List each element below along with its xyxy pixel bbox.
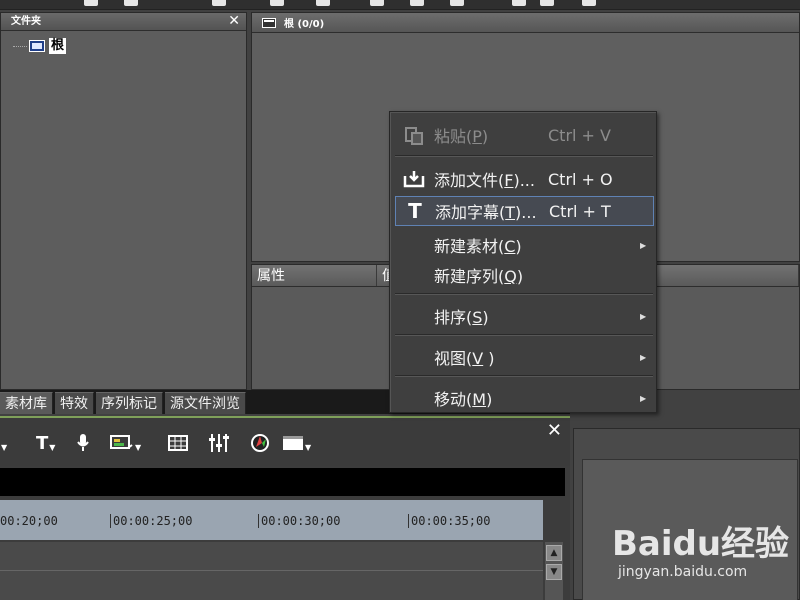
menu-separator [395, 334, 653, 336]
submenu-arrow-icon: ▶ [640, 311, 647, 321]
menu-item-paste[interactable]: 粘贴(P) Ctrl + V [390, 120, 658, 150]
menu-item-label: 移动(M) [434, 390, 493, 409]
grid-icon[interactable] [168, 432, 188, 454]
tab-effects[interactable]: 特效 [55, 392, 94, 414]
timecode-label: 00:00:30;00 [258, 514, 340, 528]
menu-item-view[interactable]: 视图(V ) ▶ [390, 342, 658, 372]
timeline-ruler[interactable]: 00:20;00 00:00:25;00 00:00:30;00 00:00:3… [0, 500, 543, 540]
tree-item-root[interactable]: 根 [13, 37, 67, 55]
folder-panel: 文件夹 ✕ 根 [0, 12, 247, 390]
menu-separator [395, 155, 653, 157]
submenu-arrow-icon: ▶ [640, 393, 647, 403]
toolbar-icon[interactable] [450, 0, 464, 6]
menu-item-shortcut: Ctrl + O [548, 169, 613, 189]
microphone-icon[interactable] [76, 432, 90, 454]
submenu-arrow-icon: ▶ [640, 352, 647, 362]
timeline-header-bar [0, 468, 565, 496]
tab-bin[interactable]: 素材库 [0, 392, 53, 414]
menu-item-label: 添加字幕(T)... [435, 203, 537, 222]
scroll-up-button[interactable]: ▲ [546, 545, 562, 561]
baidu-watermark: Baidu经验 jingyan.baidu.com [612, 516, 792, 586]
title-tool-icon[interactable]: T ▼ [36, 432, 55, 454]
menu-separator [395, 375, 653, 377]
audio-mixer-icon[interactable]: ▼ [110, 432, 141, 454]
title-text-icon: T [408, 199, 422, 223]
tab-source-browser[interactable]: 源文件浏览 [165, 392, 246, 414]
timecode-label: 00:00:25;00 [110, 514, 192, 528]
scroll-down-button[interactable]: ▼ [546, 564, 562, 580]
folder-icon [29, 40, 45, 52]
toolbar-icon[interactable] [370, 0, 384, 6]
menu-item-label: 粘贴(P) [434, 127, 489, 146]
toolbar-icon[interactable] [124, 0, 138, 6]
track-divider [0, 570, 543, 571]
submenu-arrow-icon: ▶ [640, 240, 647, 250]
menu-item-add-title[interactable]: T 添加字幕(T)... Ctrl + T [395, 196, 654, 226]
toolbar-icon[interactable] [212, 0, 226, 6]
menu-item-label: 排序(S) [434, 308, 489, 327]
bin-panel-header: 根 (0/0) [252, 13, 799, 33]
toolbar-icon[interactable] [270, 0, 284, 6]
toolbar-icon[interactable] [512, 0, 526, 6]
menu-item-move[interactable]: 移动(M) ▶ [390, 383, 658, 413]
clipboard-paste-icon [402, 123, 426, 147]
folder-icon [262, 17, 276, 28]
toolbar-icon[interactable] [410, 0, 424, 6]
vectorscope-icon[interactable] [250, 432, 270, 454]
app-window: 文件夹 ✕ 根 根 (0/0) 属性 值 素材库 特效 序列标记 源文件浏览 ▼ [0, 0, 800, 600]
timeline-vertical-scrollbar[interactable]: ▲ ▼ [545, 542, 563, 600]
menu-item-label: 新建序列(Q) [434, 267, 524, 286]
property-column-header[interactable]: 属性 [252, 265, 377, 286]
tree-item-root-label: 根 [49, 38, 67, 54]
top-toolbar-edge [0, 0, 800, 10]
toolbar-icon[interactable] [582, 0, 596, 6]
tree-connector [13, 45, 27, 47]
context-menu: 粘贴(P) Ctrl + V 添加文件(F)... Ctrl + O T 添加字… [389, 111, 657, 413]
timeline-close-button[interactable]: ✕ [547, 420, 562, 441]
menu-item-label: 视图(V ) [434, 349, 495, 368]
timeline-toolbar: ▼ T ▼ ▼ ▼ ✕ [0, 418, 570, 466]
toolbar-icon[interactable] [540, 0, 554, 6]
dropdown-caret-icon[interactable]: ▼ [0, 432, 7, 454]
tab-sequence-markers[interactable]: 序列标记 [96, 392, 163, 414]
timeline-panel: ▼ T ▼ ▼ ▼ ✕ 00:20;00 00:00:25;00 00:00:3… [0, 416, 570, 600]
toolbar-icon[interactable] [84, 0, 98, 6]
timeline-tracks[interactable] [0, 542, 543, 600]
toolbar-icon[interactable] [316, 0, 330, 6]
menu-item-label: 新建素材(C) [434, 237, 522, 256]
bin-panel-title: 根 (0/0) [284, 19, 325, 30]
timecode-label: 00:00:35;00 [408, 514, 490, 528]
menu-item-add-file[interactable]: 添加文件(F)... Ctrl + O [390, 164, 658, 194]
sliders-icon[interactable] [208, 432, 230, 454]
window-layout-icon[interactable]: ▼ [282, 432, 311, 454]
menu-separator [395, 293, 653, 295]
folder-panel-header: 文件夹 ✕ [1, 13, 246, 31]
watermark-logo: Baidu经验 [612, 524, 790, 564]
menu-item-new-clip[interactable]: 新建素材(C) ▶ [390, 230, 658, 260]
menu-item-label: 添加文件(F)... [434, 171, 535, 190]
watermark-url: jingyan.baidu.com [618, 564, 748, 580]
menu-item-sort[interactable]: 排序(S) ▶ [390, 301, 658, 331]
folder-panel-close-button[interactable]: ✕ [228, 13, 240, 30]
folder-panel-title: 文件夹 [11, 16, 41, 27]
menu-item-new-sequence[interactable]: 新建序列(Q) [390, 260, 658, 290]
menu-item-shortcut: Ctrl + V [548, 125, 611, 145]
add-file-icon [402, 167, 426, 191]
timecode-label: 00:20;00 [0, 514, 58, 528]
menu-item-shortcut: Ctrl + T [549, 201, 611, 221]
